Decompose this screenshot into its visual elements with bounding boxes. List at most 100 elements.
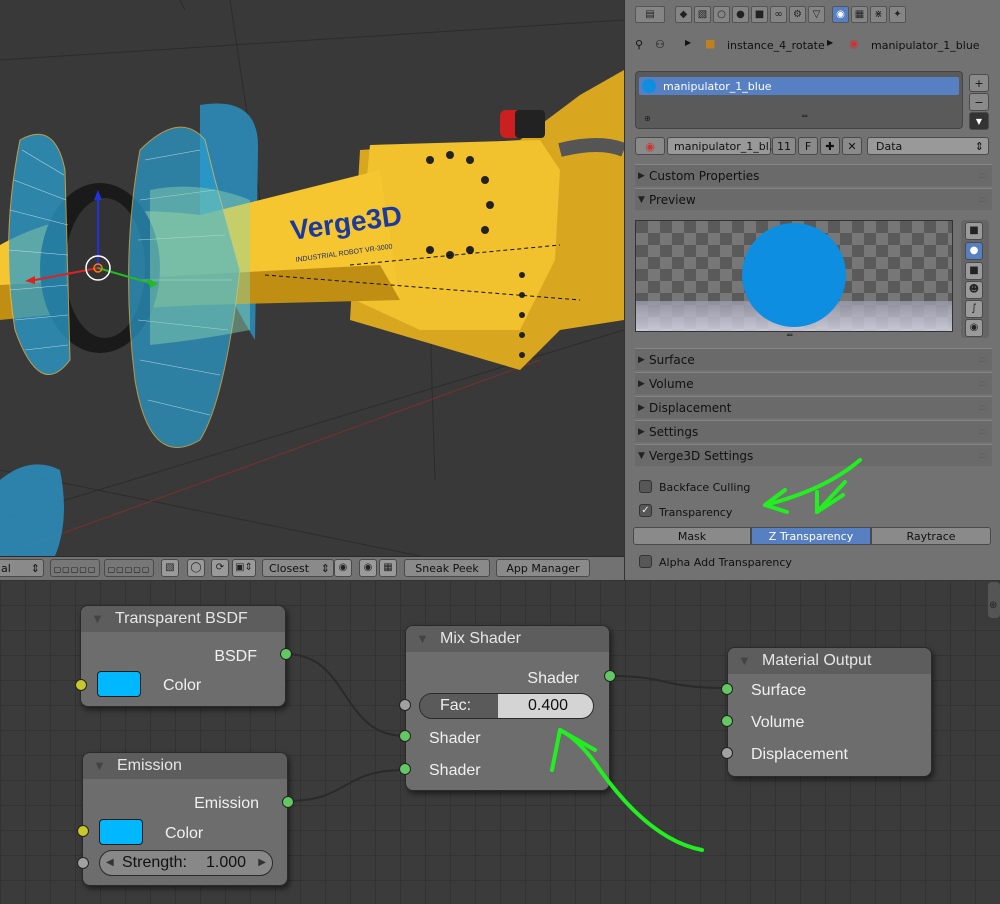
users-count[interactable]: 11 (772, 137, 796, 155)
data-tab-icon[interactable]: ▽ (808, 6, 825, 23)
pin-icon[interactable]: ⚲ (635, 38, 643, 51)
texture-tab-icon[interactable]: ▦ (851, 6, 868, 23)
blend-mode-mask[interactable]: Mask (633, 527, 751, 545)
volume-panel[interactable]: ▶ Volume :::: (635, 372, 992, 394)
preview-sky-icon[interactable]: ◉ (965, 319, 983, 337)
snap-target-icon[interactable]: ◉ (334, 559, 352, 577)
shader-output-socket[interactable] (604, 670, 616, 682)
displacement-panel[interactable]: ▶ Displacement :::: (635, 396, 992, 418)
preview-cube-icon[interactable]: ■ (965, 262, 983, 280)
layer-buttons-1[interactable]: ▢▢▢▢▢ (50, 559, 100, 577)
bsdf-output-socket[interactable] (280, 648, 292, 660)
blend-mode-z-transparency[interactable]: Z Transparency (751, 527, 871, 545)
slot-menu-button[interactable]: ▼ (969, 112, 989, 130)
world-tab-icon[interactable]: ● (732, 6, 749, 23)
fac-slider[interactable]: Fac: 0.400 (419, 693, 594, 719)
collapse-icon[interactable]: ▼ (416, 626, 429, 652)
expand-icon: ▶ (638, 355, 645, 365)
render-only-icon[interactable]: ◯ (187, 559, 205, 577)
surface-panel[interactable]: ▶ Surface :::: (635, 348, 992, 370)
blend-mode-selector: Mask Z Transparency Raytrace (633, 527, 991, 546)
strength-input-socket[interactable] (77, 857, 89, 869)
render-layers-tab-icon[interactable]: ▧ (694, 6, 711, 23)
preview-sphere-icon[interactable]: ● (965, 242, 983, 260)
node-header[interactable]: ▼ Emission (83, 753, 287, 779)
sneak-peek-button[interactable]: Sneak Peek (404, 559, 490, 577)
grip-icon: :::: (977, 195, 987, 205)
layers-icon: ▢▢▢▢▢ (107, 565, 151, 574)
object-tab-icon[interactable]: ■ (751, 6, 768, 23)
collapse-icon[interactable]: ▼ (738, 648, 751, 674)
preview-flat-icon[interactable]: ■ (965, 222, 983, 240)
list-resize-handle[interactable]: ═ (802, 112, 807, 122)
blend-mode-raytrace[interactable]: Raytrace (871, 527, 991, 545)
material-slot-list[interactable]: manipulator_1_blue ═ ⊕ (635, 71, 963, 129)
color-input-socket[interactable] (77, 825, 89, 837)
backface-culling-checkbox[interactable] (639, 480, 652, 493)
particles-tab-icon[interactable]: ⋇ (870, 6, 887, 23)
node-editor-scroll-handle[interactable]: ⊕ (988, 582, 1000, 618)
3d-viewport[interactable]: Verge3D INDUSTRIAL ROBOT VR-3000 (0, 0, 624, 556)
link-select[interactable]: Data ⇕ (867, 137, 989, 155)
render-icon[interactable]: ◉ (359, 559, 377, 577)
color-swatch[interactable] (97, 671, 141, 697)
clapper-icon[interactable]: ▦ (379, 559, 397, 577)
material-name-field[interactable]: manipulator_1_bl... (667, 137, 779, 155)
snap-icon[interactable]: ⟳ (211, 559, 229, 577)
collapse-icon[interactable]: ▼ (91, 606, 104, 632)
remove-slot-button[interactable]: − (969, 93, 989, 111)
collapse-icon[interactable]: ▼ (93, 753, 106, 779)
pivot-select[interactable]: Closest ⇕ (262, 559, 334, 577)
node-header[interactable]: ▼ Mix Shader (406, 626, 609, 652)
surface-input-label: Surface (751, 682, 807, 699)
layer-buttons-2[interactable]: ▢▢▢▢▢ (104, 559, 154, 577)
editor-type-icon[interactable]: ▤ (635, 6, 665, 23)
preview-hair-icon[interactable]: ∫ (965, 300, 983, 318)
alpha-add-checkbox[interactable] (639, 555, 652, 568)
modifiers-tab-icon[interactable]: ⚙ (789, 6, 806, 23)
preview-monkey-icon[interactable]: ☻ (965, 281, 983, 299)
material-slot-row[interactable]: manipulator_1_blue (639, 77, 959, 95)
settings-panel[interactable]: ▶ Settings :::: (635, 420, 992, 442)
properties-editor: ▤ ◆ ▧ ○ ● ■ ∞ ⚙ ▽ ◉ ▦ ⋇ ✦ ⚲ ⚇ ▶ ■ instan… (624, 0, 1000, 580)
custom-properties-panel[interactable]: ▶ Custom Properties :::: (635, 164, 992, 186)
proportional-icon[interactable]: ▣⇕ (232, 559, 256, 577)
shader-input-1-socket[interactable] (399, 730, 411, 742)
panel-title: Volume (649, 377, 694, 391)
fake-user-button[interactable]: F (798, 137, 818, 155)
node-header[interactable]: ▼ Transparent BSDF (81, 606, 285, 632)
surface-input-socket[interactable] (721, 683, 733, 695)
transparent-bsdf-node[interactable]: ▼ Transparent BSDF BSDF Color (80, 605, 286, 707)
unlink-material-button[interactable]: ✕ (842, 137, 862, 155)
expand-icon: ▶ (638, 171, 645, 181)
add-slot-button[interactable]: + (969, 74, 989, 92)
scene-tab-icon[interactable]: ○ (713, 6, 730, 23)
node-tree-icon: ⚇ (655, 38, 665, 51)
preview-panel[interactable]: ▼ Preview :::: (635, 188, 992, 210)
preview-resize-handle[interactable]: ═ (787, 331, 792, 341)
emission-node[interactable]: ▼ Emission Emission Color ◀ Strength: 1.… (82, 752, 288, 886)
strength-slider[interactable]: ◀ Strength: 1.000 ▶ (99, 850, 273, 876)
panel-title: Surface (649, 353, 695, 367)
app-manager-button[interactable]: App Manager (496, 559, 590, 577)
volume-input-socket[interactable] (721, 715, 733, 727)
list-options-icon[interactable]: ⊕ (644, 114, 651, 123)
emission-output-socket[interactable] (282, 796, 294, 808)
node-header[interactable]: ▼ Material Output (728, 648, 931, 674)
displacement-input-socket[interactable] (721, 747, 733, 759)
lock-layers-icon[interactable]: ▧ (161, 559, 179, 577)
physics-tab-icon[interactable]: ✦ (889, 6, 906, 23)
material-output-node[interactable]: ▼ Material Output Surface Volume Displac… (727, 647, 932, 777)
shader-input-2-socket[interactable] (399, 763, 411, 775)
transparency-checkbox[interactable]: ✓ (639, 504, 652, 517)
new-material-button[interactable]: ✚ (820, 137, 840, 155)
render-tab-icon[interactable]: ◆ (675, 6, 692, 23)
constraints-tab-icon[interactable]: ∞ (770, 6, 787, 23)
node-editor[interactable]: ▼ Transparent BSDF BSDF Color ▼ Emission… (0, 580, 1000, 904)
color-input-socket[interactable] (75, 679, 87, 691)
fac-input-socket[interactable] (399, 699, 411, 711)
browse-material-button[interactable]: ◉ (635, 137, 665, 155)
color-swatch[interactable] (99, 819, 143, 845)
material-tab-icon[interactable]: ◉ (832, 6, 849, 23)
mode-select[interactable]: al ⇕ (0, 559, 44, 577)
